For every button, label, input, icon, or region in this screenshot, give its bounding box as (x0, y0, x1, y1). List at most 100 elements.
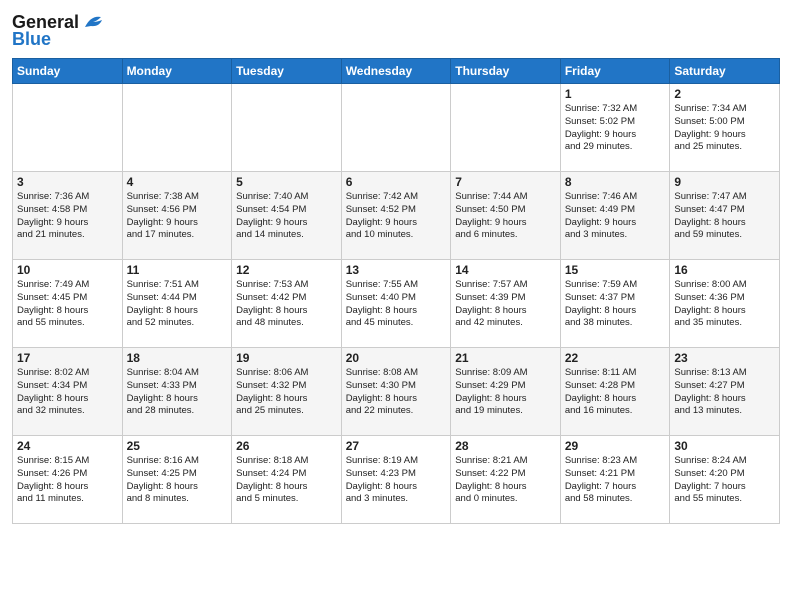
calendar-cell: 4 Sunrise: 7:38 AM Sunset: 4:56 PM Daylig… (122, 172, 232, 260)
day-info: Sunrise: 8:24 AM Sunset: 4:20 PM Dayligh… (674, 455, 775, 506)
calendar-cell: 1 Sunrise: 7:32 AM Sunset: 5:02 PM Daylig… (560, 84, 670, 172)
calendar-cell (13, 84, 123, 172)
calendar-cell: 25Sunrise: 8:16 AM Sunset: 4:25 PM Dayli… (122, 436, 232, 524)
day-info: Sunrise: 7:36 AM Sunset: 4:58 PM Dayligh… (17, 191, 118, 242)
day-info: Sunrise: 8:15 AM Sunset: 4:26 PM Dayligh… (17, 455, 118, 506)
logo: General Blue (12, 12, 105, 50)
calendar-cell: 3 Sunrise: 7:36 AM Sunset: 4:58 PM Daylig… (13, 172, 123, 260)
calendar-cell: 6 Sunrise: 7:42 AM Sunset: 4:52 PM Daylig… (341, 172, 451, 260)
calendar-week-row: 17 Sunrise: 8:02 AM Sunset: 4:34 PM Dayli… (13, 348, 780, 436)
day-number: 29 (565, 439, 666, 453)
calendar-week-row: 1 Sunrise: 7:32 AM Sunset: 5:02 PM Daylig… (13, 84, 780, 172)
calendar-cell: 16 Sunrise: 8:00 AM Sunset: 4:36 PM Dayli… (670, 260, 780, 348)
calendar-cell: 14 Sunrise: 7:57 AM Sunset: 4:39 PM Dayli… (451, 260, 561, 348)
calendar-cell: 21 Sunrise: 8:09 AM Sunset: 4:29 PM Dayli… (451, 348, 561, 436)
day-number: 30 (674, 439, 775, 453)
calendar-cell: 12 Sunrise: 7:53 AM Sunset: 4:42 PM Dayli… (232, 260, 342, 348)
day-info: Sunrise: 8:08 AM Sunset: 4:30 PM Dayligh… (346, 367, 447, 418)
day-info: Sunrise: 7:59 AM Sunset: 4:37 PM Dayligh… (565, 279, 666, 330)
day-info: Sunrise: 8:21 AM Sunset: 4:22 PM Dayligh… (455, 455, 556, 506)
day-number: 21 (455, 351, 556, 365)
day-info: Sunrise: 8:00 AM Sunset: 4:36 PM Dayligh… (674, 279, 775, 330)
calendar-cell: 13Sunrise: 7:55 AM Sunset: 4:40 PM Dayli… (341, 260, 451, 348)
day-number: 11 (127, 263, 228, 277)
calendar-cell (451, 84, 561, 172)
calendar-cell (232, 84, 342, 172)
weekday-header-saturday: Saturday (670, 59, 780, 84)
day-info: Sunrise: 7:55 AM Sunset: 4:40 PM Dayligh… (346, 279, 447, 330)
day-number: 19 (236, 351, 337, 365)
day-number: 1 (565, 87, 666, 101)
calendar-table: SundayMondayTuesdayWednesdayThursdayFrid… (12, 58, 780, 524)
day-number: 5 (236, 175, 337, 189)
day-number: 3 (17, 175, 118, 189)
day-info: Sunrise: 7:51 AM Sunset: 4:44 PM Dayligh… (127, 279, 228, 330)
calendar-cell: 7Sunrise: 7:44 AM Sunset: 4:50 PM Daylig… (451, 172, 561, 260)
logo-bird-icon (83, 13, 105, 31)
day-info: Sunrise: 7:47 AM Sunset: 4:47 PM Dayligh… (674, 191, 775, 242)
day-number: 4 (127, 175, 228, 189)
day-number: 8 (565, 175, 666, 189)
day-number: 10 (17, 263, 118, 277)
page: General Blue SundayMondayTuesdayWednesda… (0, 0, 792, 612)
day-info: Sunrise: 8:09 AM Sunset: 4:29 PM Dayligh… (455, 367, 556, 418)
day-number: 23 (674, 351, 775, 365)
day-number: 27 (346, 439, 447, 453)
weekday-header-friday: Friday (560, 59, 670, 84)
day-number: 26 (236, 439, 337, 453)
calendar-cell: 29Sunrise: 8:23 AM Sunset: 4:21 PM Dayli… (560, 436, 670, 524)
day-number: 25 (127, 439, 228, 453)
day-info: Sunrise: 8:02 AM Sunset: 4:34 PM Dayligh… (17, 367, 118, 418)
calendar-cell: 22Sunrise: 8:11 AM Sunset: 4:28 PM Dayli… (560, 348, 670, 436)
calendar-cell: 2 Sunrise: 7:34 AM Sunset: 5:00 PM Daylig… (670, 84, 780, 172)
calendar-cell: 15 Sunrise: 7:59 AM Sunset: 4:37 PM Dayli… (560, 260, 670, 348)
calendar-week-row: 10 Sunrise: 7:49 AM Sunset: 4:45 PM Dayli… (13, 260, 780, 348)
day-info: Sunrise: 8:13 AM Sunset: 4:27 PM Dayligh… (674, 367, 775, 418)
header: General Blue (12, 12, 780, 50)
day-number: 2 (674, 87, 775, 101)
calendar-cell: 19 Sunrise: 8:06 AM Sunset: 4:32 PM Dayli… (232, 348, 342, 436)
day-info: Sunrise: 7:40 AM Sunset: 4:54 PM Dayligh… (236, 191, 337, 242)
day-info: Sunrise: 7:42 AM Sunset: 4:52 PM Dayligh… (346, 191, 447, 242)
calendar-cell (341, 84, 451, 172)
weekday-header-sunday: Sunday (13, 59, 123, 84)
day-number: 17 (17, 351, 118, 365)
calendar-cell: 11 Sunrise: 7:51 AM Sunset: 4:44 PM Dayli… (122, 260, 232, 348)
day-number: 16 (674, 263, 775, 277)
calendar-cell: 20 Sunrise: 8:08 AM Sunset: 4:30 PM Dayli… (341, 348, 451, 436)
calendar-cell: 9 Sunrise: 7:47 AM Sunset: 4:47 PM Daylig… (670, 172, 780, 260)
calendar-cell: 8 Sunrise: 7:46 AM Sunset: 4:49 PM Daylig… (560, 172, 670, 260)
calendar-cell: 23 Sunrise: 8:13 AM Sunset: 4:27 PM Dayli… (670, 348, 780, 436)
day-info: Sunrise: 7:34 AM Sunset: 5:00 PM Dayligh… (674, 103, 775, 154)
day-info: Sunrise: 7:38 AM Sunset: 4:56 PM Dayligh… (127, 191, 228, 242)
day-number: 12 (236, 263, 337, 277)
calendar-cell: 17 Sunrise: 8:02 AM Sunset: 4:34 PM Dayli… (13, 348, 123, 436)
day-info: Sunrise: 7:32 AM Sunset: 5:02 PM Dayligh… (565, 103, 666, 154)
calendar-header: SundayMondayTuesdayWednesdayThursdayFrid… (13, 59, 780, 84)
day-number: 18 (127, 351, 228, 365)
calendar-cell: 18Sunrise: 8:04 AM Sunset: 4:33 PM Dayli… (122, 348, 232, 436)
day-info: Sunrise: 7:57 AM Sunset: 4:39 PM Dayligh… (455, 279, 556, 330)
day-info: Sunrise: 7:49 AM Sunset: 4:45 PM Dayligh… (17, 279, 118, 330)
day-number: 20 (346, 351, 447, 365)
calendar-cell: 10 Sunrise: 7:49 AM Sunset: 4:45 PM Dayli… (13, 260, 123, 348)
day-info: Sunrise: 8:06 AM Sunset: 4:32 PM Dayligh… (236, 367, 337, 418)
calendar-week-row: 24Sunrise: 8:15 AM Sunset: 4:26 PM Dayli… (13, 436, 780, 524)
day-number: 6 (346, 175, 447, 189)
day-number: 7 (455, 175, 556, 189)
weekday-header-monday: Monday (122, 59, 232, 84)
calendar-cell (122, 84, 232, 172)
weekday-header-tuesday: Tuesday (232, 59, 342, 84)
day-number: 15 (565, 263, 666, 277)
weekday-header-thursday: Thursday (451, 59, 561, 84)
day-number: 14 (455, 263, 556, 277)
calendar-cell: 24Sunrise: 8:15 AM Sunset: 4:26 PM Dayli… (13, 436, 123, 524)
day-number: 28 (455, 439, 556, 453)
day-info: Sunrise: 8:18 AM Sunset: 4:24 PM Dayligh… (236, 455, 337, 506)
day-number: 9 (674, 175, 775, 189)
day-info: Sunrise: 7:46 AM Sunset: 4:49 PM Dayligh… (565, 191, 666, 242)
calendar-body: 1 Sunrise: 7:32 AM Sunset: 5:02 PM Daylig… (13, 84, 780, 524)
day-info: Sunrise: 7:53 AM Sunset: 4:42 PM Dayligh… (236, 279, 337, 330)
calendar-cell: 5 Sunrise: 7:40 AM Sunset: 4:54 PM Daylig… (232, 172, 342, 260)
day-number: 22 (565, 351, 666, 365)
